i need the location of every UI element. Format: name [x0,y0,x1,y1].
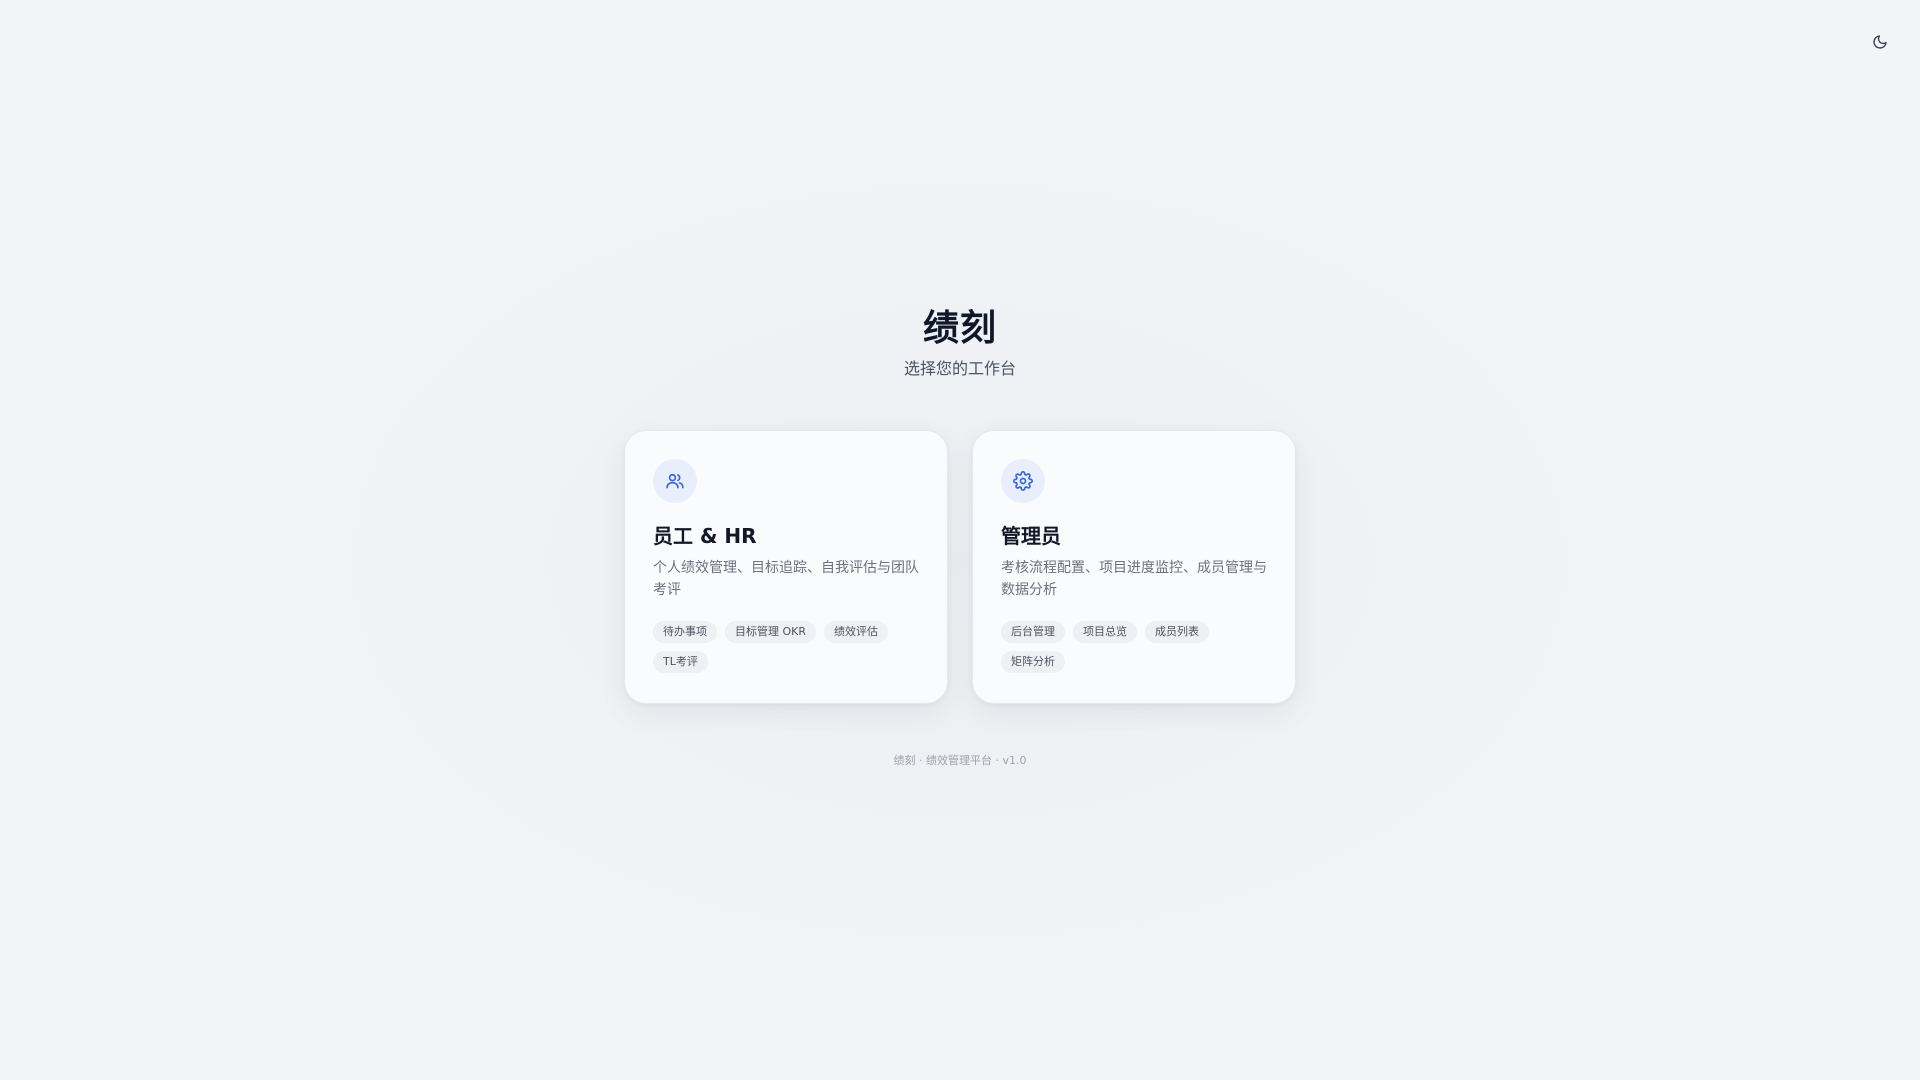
tag: TL考评 [653,651,708,673]
tag: 目标管理 OKR [725,621,817,643]
page-header: 绩刻 选择您的工作台 [0,306,1920,380]
gear-icon [1001,459,1045,503]
page-subtitle: 选择您的工作台 [903,359,1016,378]
card-description: 个人绩效管理、目标追踪、自我评估与团队考评 [653,560,919,598]
employee-hr-card[interactable]: 员工 & HR 个人绩效管理、目标追踪、自我评估与团队考评 待办事项 目标管理 … [624,430,948,704]
page-title: 绩刻 [922,308,997,349]
users-icon [653,459,697,503]
theme-toggle-button[interactable] [1864,28,1896,60]
tag: 待办事项 [653,621,717,643]
footer-text: 绩刻 · 绩效管理平台 · v1.0 [893,754,1027,767]
tag: 成员列表 [1145,621,1209,643]
moon-icon [1872,34,1888,54]
tag-list: 后台管理 项目总览 成员列表 矩阵分析 [1001,621,1269,673]
card-title: 员工 & HR [653,524,757,548]
tag: 绩效评估 [824,621,889,643]
tag: 项目总览 [1073,621,1137,643]
tag-list: 待办事项 目标管理 OKR 绩效评估 TL考评 [653,621,921,673]
workspace-cards: 员工 & HR 个人绩效管理、目标追踪、自我评估与团队考评 待办事项 目标管理 … [624,430,1296,704]
card-description: 考核流程配置、项目进度监控、成员管理与数据分析 [1001,560,1267,598]
card-title: 管理员 [1001,524,1061,548]
tag: 矩阵分析 [1001,651,1065,673]
tag: 后台管理 [1001,621,1065,643]
admin-card[interactable]: 管理员 考核流程配置、项目进度监控、成员管理与数据分析 后台管理 项目总览 成员… [972,430,1296,704]
